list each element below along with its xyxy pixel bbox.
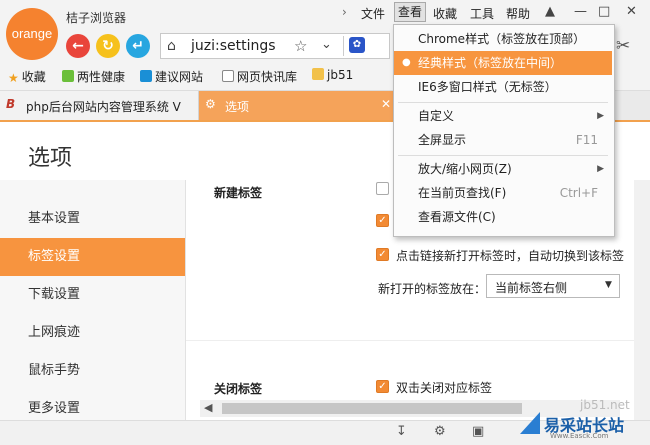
close-icon[interactable]: ✕ (626, 4, 637, 19)
window-icon[interactable]: ▣ (472, 424, 484, 439)
tab-php-admin[interactable]: B php后台网站内容管理系统 V (0, 91, 199, 120)
menu-favorites[interactable]: 收藏 (433, 5, 457, 22)
menu-item-fullscreen[interactable]: 全屏显示 F11 (394, 128, 612, 152)
shirt-icon[interactable]: ▲ (545, 4, 555, 19)
gear-icon[interactable]: ⚙ (434, 424, 446, 439)
menu-item-chrome-style[interactable]: Chrome样式（标签放在顶部） (394, 27, 612, 51)
scroll-left-icon[interactable]: ◀ (204, 401, 212, 414)
chevron-right-icon: ▶ (597, 111, 604, 121)
divider (186, 340, 634, 341)
maximize-icon[interactable]: □ (598, 4, 610, 19)
settings-sidebar: 基本设置 标签设置 下载设置 上网痕迹 鼠标手势 更多设置 (0, 180, 186, 444)
menu-separator (398, 102, 608, 103)
chevron-right-icon: ▶ (597, 164, 604, 174)
sidebar-item-download[interactable]: 下载设置 (0, 276, 185, 314)
address-input[interactable]: juzi:settings (191, 38, 276, 54)
dblclick-close-label: 双击关闭对应标签 (396, 381, 493, 395)
download-icon[interactable]: ↧ (396, 424, 407, 439)
chevron-right-icon[interactable]: › (342, 5, 347, 19)
tab-options[interactable]: ⚙ 选项 ✕ (199, 91, 399, 120)
menu-item-customize[interactable]: 自定义 ▶ (394, 104, 612, 128)
watermark-site: jb51.net (580, 398, 630, 412)
menu-item-find[interactable]: 在当前页查找(F) Ctrl+F (394, 181, 612, 205)
browser-logo: orange (6, 8, 58, 60)
sidebar-item-tabs[interactable]: 标签设置 (0, 238, 185, 276)
watermark: jb51.net 易采站长站 Www.Easck.Com (520, 398, 650, 444)
auto-switch-label: 点击链接新打开标签时，自动切换到该标签 (396, 249, 625, 263)
auto-switch-checkbox[interactable]: ✓ (376, 248, 389, 261)
menu-tools[interactable]: 工具 (470, 5, 494, 22)
shortcut-label: F11 (575, 133, 598, 147)
divider (343, 36, 344, 56)
scrollbar-thumb[interactable] (222, 403, 522, 414)
bookmark-item[interactable]: 建议网站 (140, 68, 203, 85)
close-icon[interactable]: ✕ (381, 97, 391, 111)
back-button[interactable]: ← (66, 34, 90, 58)
page-title: 选项 (28, 146, 73, 171)
selected-dot-icon: ● (402, 57, 411, 68)
watermark-logo (520, 412, 540, 434)
tab-label: 选项 (225, 100, 250, 114)
menu-item-view-source[interactable]: 查看源文件(C) (394, 205, 612, 229)
app-title: 桔子浏览器 (66, 11, 127, 25)
vertical-scrollbar[interactable] (634, 180, 650, 420)
bookmark-item[interactable]: jb51 (312, 68, 353, 82)
gear-icon: ⚙ (205, 97, 216, 111)
home-nav-button[interactable]: ↵ (126, 34, 150, 58)
dblclick-close-checkbox[interactable]: ✓ (376, 380, 389, 393)
sidebar-item-basic[interactable]: 基本设置 (0, 200, 185, 238)
star-icon[interactable]: ☆ (294, 37, 307, 55)
sidebar-item-history[interactable]: 上网痕迹 (0, 314, 185, 352)
site-icon: B (6, 97, 16, 111)
checkbox[interactable]: ✓ (376, 214, 389, 227)
bookmark-favorites[interactable]: ★ 收藏 (8, 68, 46, 85)
address-bar[interactable]: ⌂ juzi:settings ☆ ⌄ ✿ (160, 33, 390, 59)
watermark-url: Www.Easck.Com (550, 432, 609, 440)
menu-item-zoom[interactable]: 放大/缩小网页(Z) ▶ (394, 157, 612, 181)
menu-separator (398, 155, 608, 156)
menu-view[interactable]: 查看 (394, 2, 426, 22)
sidebar-item-gestures[interactable]: 鼠标手势 (0, 352, 185, 390)
select-value: 当前标签右侧 (495, 281, 568, 295)
new-tab-position-select[interactable]: 当前标签右侧 ▼ (486, 274, 620, 298)
menu-item-classic-style[interactable]: ● 经典样式（标签放在中间） (394, 51, 612, 75)
bookmark-item[interactable]: 网页快讯库 (222, 68, 297, 85)
leaf-icon (62, 70, 74, 82)
home-icon[interactable]: ⌂ (167, 38, 176, 54)
refresh-button[interactable]: ↻ (96, 34, 120, 58)
view-dropdown-menu: Chrome样式（标签放在顶部） ● 经典样式（标签放在中间） IE6多窗口样式… (393, 24, 615, 237)
minimize-icon[interactable]: — (574, 4, 587, 19)
section-heading-close-tab: 关闭标签 (214, 382, 263, 396)
star-icon: ★ (8, 71, 19, 85)
folder-icon (312, 68, 324, 80)
menu-item-ie6-style[interactable]: IE6多窗口样式（无标签） (394, 75, 612, 99)
page-icon (222, 70, 234, 82)
tab-label: php后台网站内容管理系统 V (26, 100, 181, 114)
chevron-down-icon: ▼ (605, 280, 612, 290)
shortcut-label: Ctrl+F (559, 186, 598, 200)
bookmark-item[interactable]: 两性健康 (62, 68, 125, 85)
new-tab-position-label: 新打开的标签放在： (378, 282, 487, 296)
site-icon (140, 70, 152, 82)
menu-help[interactable]: 帮助 (506, 5, 530, 22)
chevron-down-icon[interactable]: ⌄ (321, 37, 332, 52)
checkbox[interactable] (376, 182, 389, 195)
menu-file[interactable]: 文件 (361, 5, 385, 22)
section-heading-new-tab: 新建标签 (214, 186, 263, 200)
search-engine-icon[interactable]: ✿ (349, 37, 365, 53)
scissors-icon[interactable]: ✂ (616, 36, 630, 56)
